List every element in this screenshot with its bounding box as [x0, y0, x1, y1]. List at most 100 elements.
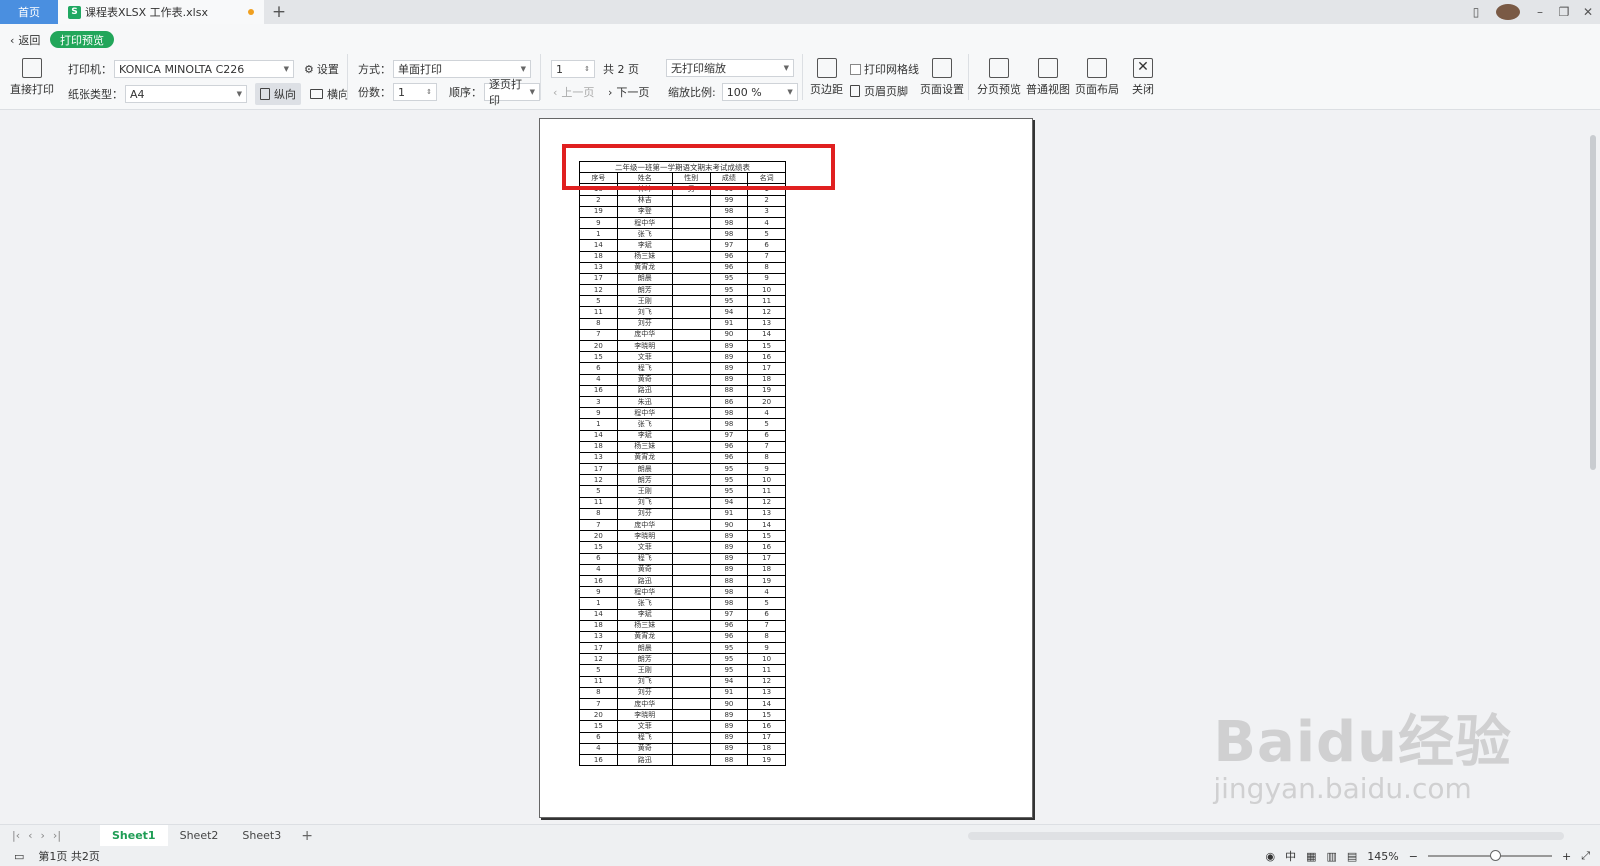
ime-indicator[interactable]: 中 [1285, 848, 1296, 864]
table-cell: 8 [747, 261, 786, 274]
prev-sheet-icon[interactable]: ‹ [28, 829, 32, 842]
print-grid-checkbox[interactable] [850, 63, 861, 75]
last-sheet-icon[interactable]: ›| [53, 829, 61, 842]
normal-view-icon[interactable]: ▦ [1306, 850, 1316, 863]
table-cell: 98 [709, 586, 749, 599]
table-cell [671, 574, 711, 588]
close-preview-button[interactable]: ✕ 关闭 [1132, 58, 1154, 97]
sheet-tab-2[interactable]: Sheet2 [168, 825, 231, 847]
gear-icon[interactable]: ⚙ [304, 63, 314, 76]
page-layout-icon [1087, 58, 1107, 78]
printer-select[interactable]: KONICA MINOLTA C226 ▼ [114, 60, 294, 78]
table-cell: 黄奇 [616, 742, 673, 755]
close-icon: ✕ [1133, 58, 1153, 78]
table-row: 9 程中华 98 4 [579, 407, 786, 420]
table-cell: 1 [579, 418, 618, 431]
horizontal-scrollbar[interactable] [968, 832, 1564, 840]
table-row: 1 张飞 98 5 [579, 597, 786, 610]
table-cell: 张飞 [616, 228, 673, 241]
avatar[interactable] [1496, 4, 1520, 20]
close-window-icon[interactable]: ✕ [1576, 5, 1600, 19]
table-cell: 20 [747, 395, 786, 409]
table-cell: 程中华 [616, 407, 673, 420]
portrait-button[interactable]: 纵向 [255, 83, 301, 105]
table-cell [671, 373, 711, 386]
page-setup-button[interactable]: 页面设置 [920, 58, 964, 97]
page-layout-label: 页面布局 [1075, 83, 1119, 96]
table-cell: 路迅 [616, 384, 673, 397]
table-cell [671, 284, 711, 297]
printer-icon [22, 58, 42, 78]
table-cell: 18 [579, 440, 618, 453]
table-cell: 黄宵龙 [616, 630, 673, 644]
fullscreen-icon[interactable]: ⤢ [1581, 849, 1590, 863]
restore-icon[interactable]: ❐ [1552, 5, 1576, 19]
next-page-button[interactable]: › 下一页 [608, 84, 649, 100]
table-cell: 黄奇 [616, 373, 673, 386]
page-break-icon [989, 58, 1009, 78]
minimize-icon[interactable]: – [1528, 5, 1552, 19]
table-cell [671, 597, 711, 610]
table-cell [671, 731, 711, 744]
next-sheet-icon[interactable]: › [41, 829, 45, 842]
reading-view-icon[interactable]: ▤ [1347, 850, 1357, 863]
scale-select[interactable]: 100 % ▼ [721, 83, 798, 101]
normal-view-label: 普通视图 [1026, 83, 1070, 96]
sheet-tab-3[interactable]: Sheet3 [230, 825, 293, 847]
table-row: 5 王刚 95 11 [579, 295, 786, 308]
table-cell: 89 [709, 530, 749, 543]
scrollbar-thumb[interactable] [1590, 135, 1596, 470]
table-cell: 刘飞 [616, 496, 673, 509]
normal-view-button[interactable]: 普通视图 [1026, 58, 1070, 97]
sheet-tab-1[interactable]: Sheet1 [100, 824, 168, 847]
table-cell: 98 [709, 228, 749, 241]
table-cell: 9 [747, 642, 786, 655]
back-label: 返回 [18, 34, 41, 47]
macro-icon[interactable]: ▭ [14, 850, 24, 863]
table-cell: 刘芬 [616, 507, 673, 521]
zoom-out-icon[interactable]: − [1409, 850, 1418, 863]
table-row: 7 庞中华 90 14 [579, 518, 786, 532]
table-cell: 7 [579, 518, 618, 532]
page-number-stepper[interactable]: 1 ⇕ [551, 60, 595, 78]
table-cell [671, 720, 711, 733]
order-select[interactable]: 逐页打印 ▼ [484, 78, 540, 107]
page-layout-button[interactable]: 页面布局 [1075, 58, 1119, 97]
print-grid-toggle[interactable]: 打印网格线 [850, 61, 919, 77]
add-sheet-button[interactable]: + [301, 828, 313, 844]
copies-stepper[interactable]: 1 ⇕ [393, 83, 437, 101]
table-body: 10 林坤男 99 1 2 林吉 99 2 19 李登 98 3 9 程中华 98 4 1 张飞 98 5 14 李斌 97… [579, 183, 786, 767]
table-cell: 15 [579, 351, 618, 364]
table-cell: 文菲 [616, 541, 673, 554]
scale-mode-select[interactable]: 无打印缩放 ▼ [666, 59, 794, 77]
table-cell [671, 261, 711, 274]
table-cell: 98 [709, 216, 749, 230]
mode-label: 方式： [358, 63, 391, 76]
eye-icon[interactable]: ◉ [1265, 850, 1275, 863]
order-value: 逐页打印 [489, 78, 522, 107]
sidebar-toggle-icon[interactable]: ▯ [1464, 5, 1488, 19]
header-footer-button[interactable]: 页眉页脚 [850, 83, 908, 99]
back-button[interactable]: ‹ 返回 [10, 32, 40, 48]
prev-page-button[interactable]: ‹ 上一页 [553, 84, 594, 100]
table-row: 3 朱迅 86 20 [579, 395, 786, 409]
vertical-scrollbar[interactable] [1586, 111, 1600, 824]
settings-button[interactable]: 设置 [317, 61, 339, 77]
direct-print-button[interactable]: 直接打印 [10, 58, 54, 97]
table-cell: 文菲 [616, 720, 673, 733]
page-view-icon[interactable]: ▥ [1326, 850, 1336, 863]
paper-select[interactable]: A4 ▼ [125, 85, 247, 103]
tab-home[interactable]: 首页 [0, 0, 58, 24]
zoom-slider[interactable] [1427, 850, 1552, 861]
copies-label: 份数： [358, 86, 391, 99]
zoom-in-icon[interactable]: + [1562, 850, 1571, 863]
margins-button[interactable]: 页边距 [810, 58, 843, 97]
tab-document[interactable]: S 课程表XLSX 工作表.xlsx [58, 0, 264, 24]
divider [540, 54, 541, 100]
page-break-preview-button[interactable]: 分页预览 [977, 58, 1021, 97]
table-cell: 王刚 [616, 295, 673, 308]
add-tab-button[interactable]: + [264, 0, 294, 24]
first-sheet-icon[interactable]: |‹ [12, 829, 20, 842]
zoom-knob[interactable] [1489, 850, 1501, 861]
zoom-level[interactable]: 145% [1367, 850, 1398, 863]
